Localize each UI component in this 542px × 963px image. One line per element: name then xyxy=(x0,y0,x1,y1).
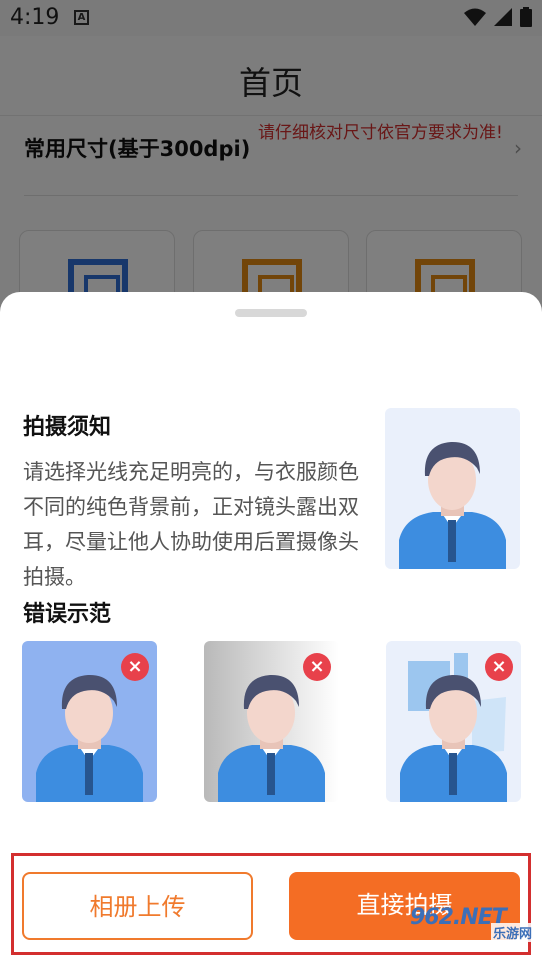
shooting-guide-sheet: 拍摄须知 请选择光线充足明亮的，与衣服颜色不同的纯色背景前，正对镜头露出双耳，尽… xyxy=(0,292,542,963)
wrong-example-cluttered-background: × xyxy=(386,641,521,802)
correct-sample-photo xyxy=(385,408,520,569)
album-upload-button[interactable]: 相册上传 xyxy=(22,872,253,940)
wrong-examples-title: 错误示范 xyxy=(23,602,112,627)
wrong-example-uneven-lighting: × xyxy=(204,641,339,802)
sheet-drag-handle[interactable] xyxy=(235,309,307,317)
error-x-icon: × xyxy=(121,653,149,681)
error-x-icon: × xyxy=(485,653,513,681)
wrong-example-dark-background: × xyxy=(22,641,157,802)
notice-body: 请选择光线充足明亮的，与衣服颜色不同的纯色背景前，正对镜头露出双耳，尽量让他人协… xyxy=(23,460,359,589)
watermark-sub: 乐游网 xyxy=(490,923,534,942)
error-x-icon: × xyxy=(303,653,331,681)
site-watermark: 962.NET 乐游网 xyxy=(410,903,536,943)
notice-title: 拍摄须知 xyxy=(23,415,112,440)
person-avatar-icon xyxy=(399,441,506,569)
